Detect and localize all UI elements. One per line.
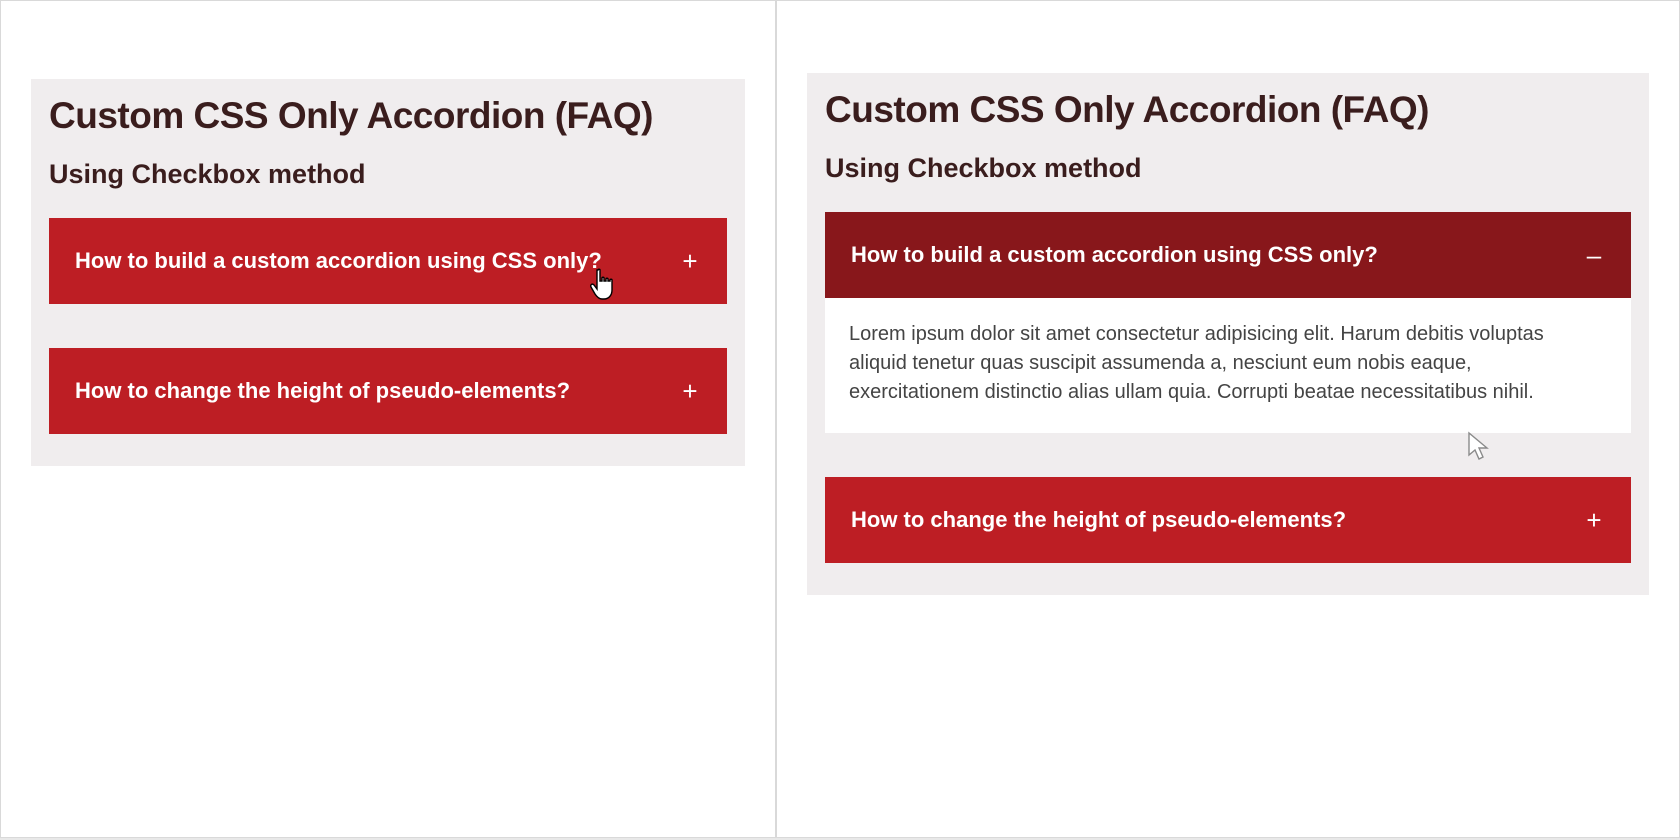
plus-icon: + bbox=[679, 378, 701, 404]
accordion-body: Lorem ipsum dolor sit amet consectetur a… bbox=[825, 298, 1631, 433]
card-subtitle: Using Checkbox method bbox=[49, 159, 727, 190]
plus-icon: + bbox=[1583, 507, 1605, 533]
accordion-header[interactable]: How to build a custom accordion using CS… bbox=[825, 212, 1631, 298]
accordion-header[interactable]: How to change the height of pseudo-eleme… bbox=[825, 477, 1631, 563]
accordion-header[interactable]: How to build a custom accordion using CS… bbox=[49, 218, 727, 304]
accordion-card: Custom CSS Only Accordion (FAQ) Using Ch… bbox=[807, 73, 1649, 595]
accordion-question: How to change the height of pseudo-eleme… bbox=[75, 378, 570, 404]
accordion-card: Custom CSS Only Accordion (FAQ) Using Ch… bbox=[31, 79, 745, 466]
minus-icon: – bbox=[1583, 242, 1605, 268]
accordion-question: How to build a custom accordion using CS… bbox=[75, 248, 602, 274]
card-title: Custom CSS Only Accordion (FAQ) bbox=[825, 89, 1631, 131]
accordion-item: How to change the height of pseudo-eleme… bbox=[49, 348, 727, 434]
demo-pane-collapsed: Custom CSS Only Accordion (FAQ) Using Ch… bbox=[0, 0, 776, 838]
card-subtitle: Using Checkbox method bbox=[825, 153, 1631, 184]
accordion-question: How to change the height of pseudo-eleme… bbox=[851, 507, 1346, 533]
accordion-item: How to change the height of pseudo-eleme… bbox=[825, 477, 1631, 563]
card-title: Custom CSS Only Accordion (FAQ) bbox=[49, 95, 727, 137]
demo-pane-expanded: Custom CSS Only Accordion (FAQ) Using Ch… bbox=[776, 0, 1680, 838]
accordion-item: How to build a custom accordion using CS… bbox=[825, 212, 1631, 433]
accordion-item: How to build a custom accordion using CS… bbox=[49, 218, 727, 304]
accordion-question: How to build a custom accordion using CS… bbox=[851, 242, 1378, 268]
plus-icon: + bbox=[679, 248, 701, 274]
accordion-header[interactable]: How to change the height of pseudo-eleme… bbox=[49, 348, 727, 434]
